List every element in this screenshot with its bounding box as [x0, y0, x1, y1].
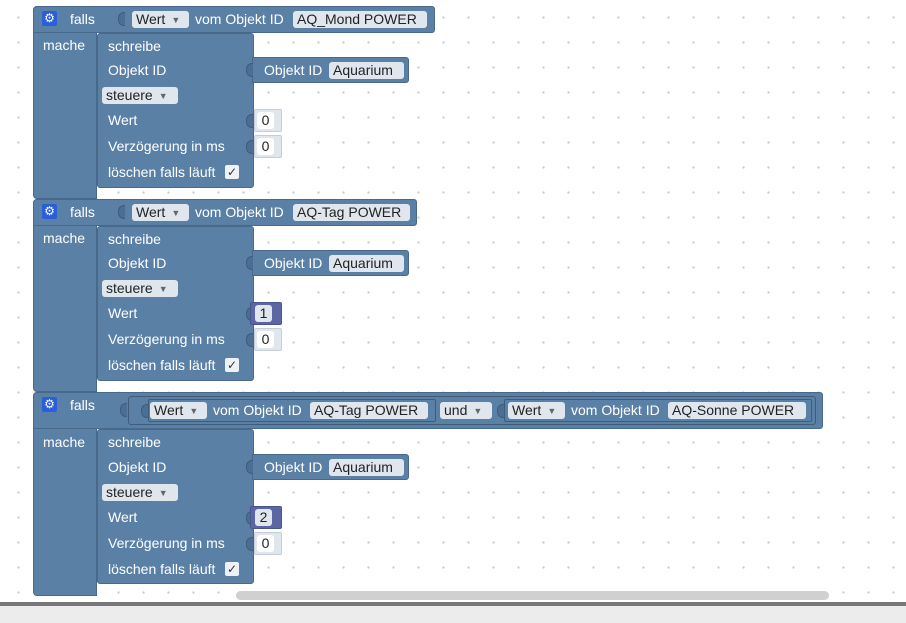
falls-label: falls: [70, 204, 95, 220]
object-inlet: [246, 460, 253, 474]
condition2-object-field[interactable]: AQ-Sonne POWER: [668, 402, 806, 419]
condition-object-field[interactable]: AQ_Mond POWER: [293, 11, 427, 28]
object-id-inner-label: Objekt ID: [264, 62, 323, 78]
objekt-id-label: Objekt ID: [108, 255, 167, 271]
and-left-inlet: [141, 404, 148, 418]
delay-label: Verzögerung in ms: [108, 535, 225, 551]
delay-inlet: [246, 537, 253, 551]
checkmark-icon[interactable]: ✓: [225, 562, 239, 576]
delay-number[interactable]: 0: [257, 138, 274, 155]
vom-objekt-id-label: vom Objekt ID: [213, 402, 302, 418]
horizontal-scrollbar[interactable]: [236, 591, 829, 600]
vom-objekt-id-label: vom Objekt ID: [195, 11, 284, 27]
delay-label: Verzögerung in ms: [108, 138, 225, 154]
value-number-block[interactable]: 2: [250, 506, 282, 529]
objekt-id-label: Objekt ID: [108, 459, 167, 475]
operator-dropdown[interactable]: und ▼: [440, 402, 492, 419]
checkmark-icon[interactable]: ✓: [225, 358, 239, 372]
value-number[interactable]: 1: [255, 305, 272, 322]
mache-label: mache: [43, 230, 86, 246]
wert-label: Wert: [108, 305, 138, 321]
value-number-block[interactable]: 0: [254, 109, 282, 132]
object-id-inner-label: Objekt ID: [264, 459, 323, 475]
target-object-field[interactable]: Aquarium: [329, 62, 404, 79]
object-id-inner-label: Objekt ID: [264, 255, 323, 271]
clear-running-label: löschen falls läuft: [108, 357, 216, 373]
schreibe-label: schreibe: [108, 231, 161, 247]
falls-label: falls: [70, 11, 95, 27]
condition-value-dropdown[interactable]: Wert ▼: [132, 204, 189, 221]
value-inlet: [246, 114, 253, 128]
condition-inlet: [120, 403, 127, 417]
delay-number-block[interactable]: 0: [254, 328, 282, 351]
value-number-block[interactable]: 1: [250, 302, 282, 325]
gear-icon[interactable]: ⚙: [42, 11, 57, 26]
condition-object-field[interactable]: AQ-Tag POWER: [310, 402, 428, 419]
condition-object-field[interactable]: AQ-Tag POWER: [293, 204, 410, 221]
condition-inlet: [118, 205, 125, 219]
if-block-1-spine[interactable]: [33, 6, 97, 199]
value-number[interactable]: 2: [255, 509, 272, 526]
gear-icon[interactable]: ⚙: [42, 397, 57, 412]
delay-label: Verzögerung in ms: [108, 331, 225, 347]
delay-inlet: [246, 333, 253, 347]
delay-number-block[interactable]: 0: [254, 532, 282, 555]
gear-icon[interactable]: ⚙: [42, 204, 57, 219]
falls-label: falls: [70, 397, 95, 413]
mache-label: mache: [43, 37, 86, 53]
mode-dropdown[interactable]: steuere ▼: [102, 280, 178, 297]
delay-number[interactable]: 0: [257, 535, 274, 552]
wert-label: Wert: [108, 509, 138, 525]
condition-inlet: [118, 12, 125, 26]
clear-running-label: löschen falls läuft: [108, 561, 216, 577]
objekt-id-label: Objekt ID: [108, 62, 167, 78]
vom-objekt-id-label: vom Objekt ID: [195, 204, 284, 220]
value-number[interactable]: 0: [257, 112, 274, 129]
delay-number-block[interactable]: 0: [254, 135, 282, 158]
mode-dropdown[interactable]: steuere ▼: [102, 484, 178, 501]
clear-running-label: löschen falls läuft: [108, 164, 216, 180]
condition-value-dropdown[interactable]: Wert ▼: [132, 11, 189, 28]
vom-objekt-id-label: vom Objekt ID: [571, 402, 660, 418]
condition-value-dropdown[interactable]: Wert ▼: [150, 402, 207, 419]
target-object-field[interactable]: Aquarium: [329, 459, 404, 476]
checkmark-icon[interactable]: ✓: [225, 165, 239, 179]
and-right-inlet: [497, 404, 504, 418]
schreibe-label: schreibe: [108, 434, 161, 450]
target-object-field[interactable]: Aquarium: [329, 255, 404, 272]
delay-number[interactable]: 0: [257, 331, 274, 348]
object-inlet: [246, 63, 253, 77]
mache-label: mache: [43, 434, 86, 450]
condition2-value-dropdown[interactable]: Wert ▼: [508, 402, 565, 419]
object-inlet: [246, 256, 253, 270]
workspace-footer: [0, 606, 906, 623]
schreibe-label: schreibe: [108, 38, 161, 54]
wert-label: Wert: [108, 112, 138, 128]
delay-inlet: [246, 140, 253, 154]
if-block-2-spine[interactable]: [33, 199, 97, 392]
mode-dropdown[interactable]: steuere ▼: [102, 87, 178, 104]
